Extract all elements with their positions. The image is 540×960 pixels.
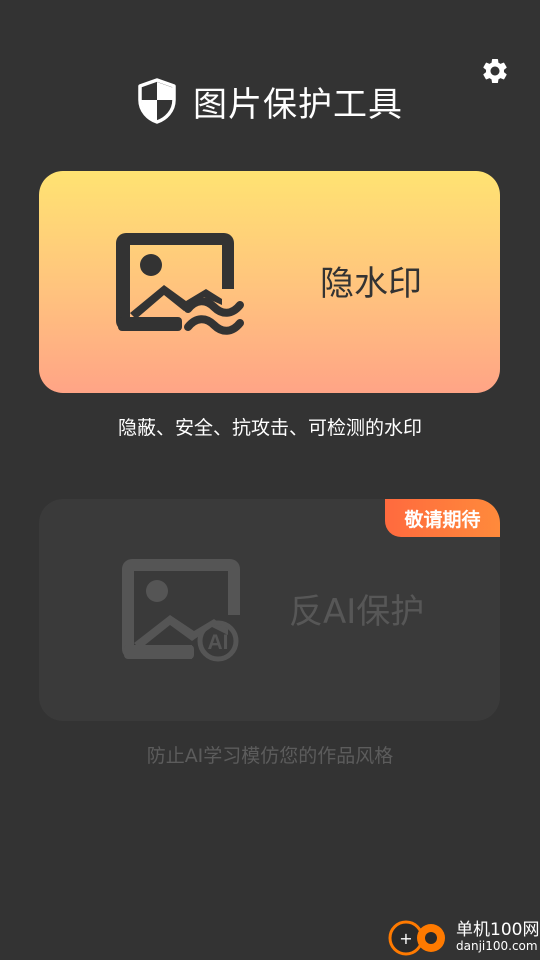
watermark-label: 隐水印 (320, 264, 422, 304)
coming-soon-badge: 敬请期待 (385, 499, 500, 537)
site-logo: + 单机100网 danji100.com (386, 914, 540, 960)
page-title: 图片保护工具 (193, 84, 403, 125)
app-header: 图片保护工具 (0, 76, 540, 126)
image-wave-icon (116, 233, 244, 335)
site-url: danji100.com (456, 938, 538, 953)
site-logo-icon: + (388, 920, 445, 956)
anti-ai-card: 敬请期待 AI 反AI保护 (39, 499, 500, 721)
watermark-caption: 隐蔽、安全、抗攻击、可检测的水印 (117, 417, 422, 439)
image-ai-icon: AI (122, 559, 240, 662)
svg-text:+: + (399, 929, 412, 948)
ai-icon-text: AI (208, 631, 229, 654)
site-name: 单机100网 (456, 920, 540, 941)
anti-ai-label: 反AI保护 (289, 592, 425, 632)
shield-icon (138, 78, 176, 124)
watermark-card[interactable]: 隐水印 (39, 171, 500, 393)
anti-ai-caption: 防止AI学习模仿您的作品风格 (146, 745, 394, 767)
